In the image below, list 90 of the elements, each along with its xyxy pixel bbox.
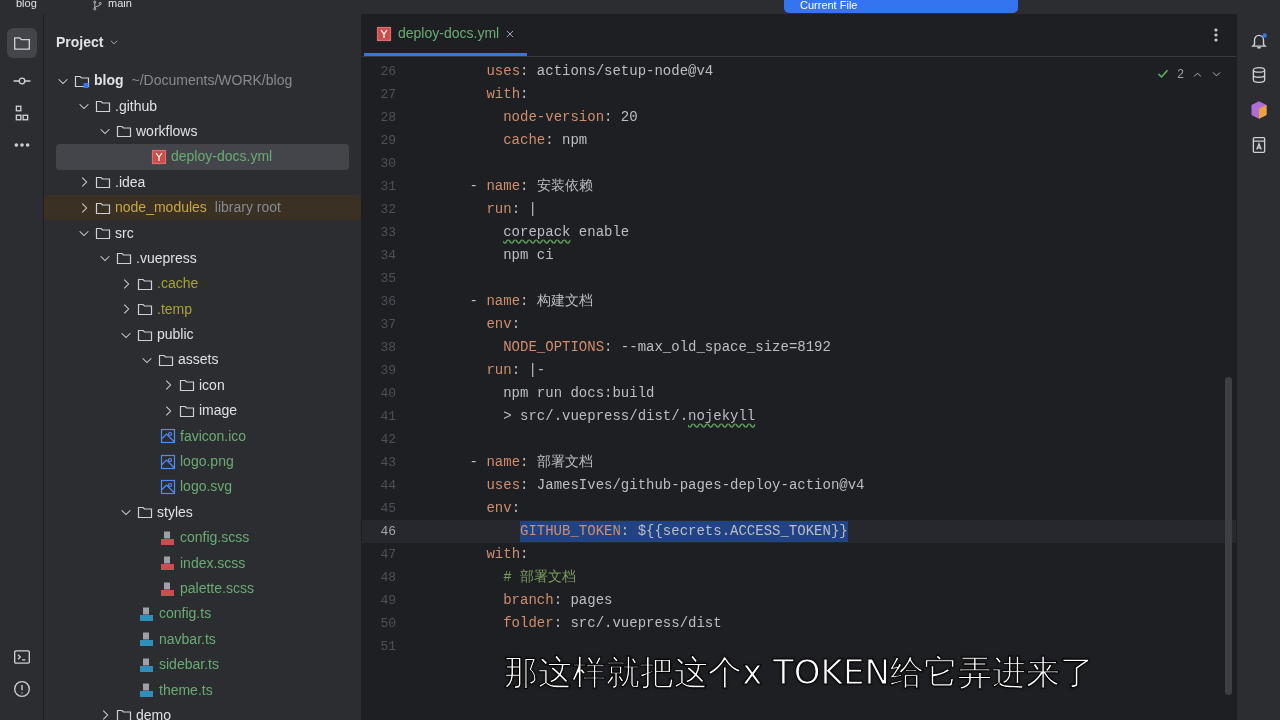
image-file-icon: [160, 478, 176, 495]
path-hint: ~/Documents/WORK/blog: [131, 71, 293, 91]
folder-icon: [116, 123, 132, 140]
terminal-icon[interactable]: [12, 648, 31, 666]
code-line: node-version: 20: [503, 108, 638, 127]
tree-item-label[interactable]: node_modules: [115, 197, 207, 219]
code-line: - name: 构建文档: [469, 292, 593, 311]
yaml-file-icon: [376, 25, 392, 42]
tree-item-label[interactable]: .vuepress: [136, 247, 197, 269]
tree-item-label[interactable]: sidebar.ts: [159, 654, 219, 676]
code-line: - name: 安装依赖: [469, 177, 593, 196]
code-line: cache: npm: [503, 131, 588, 150]
folder-icon: [12, 34, 31, 52]
project-name[interactable]: blog: [16, 0, 37, 9]
code-line: uses: JamesIves/github-pages-deploy-action@v4: [486, 476, 865, 495]
tree-item-label[interactable]: .temp: [157, 298, 192, 320]
selected-row[interactable]: deploy-docs.yml: [56, 144, 349, 170]
folder-icon: [95, 225, 111, 242]
folder-icon: [95, 98, 111, 115]
folder-icon: [137, 504, 153, 521]
code-line: with:: [486, 85, 529, 104]
tree-item-label[interactable]: .idea: [115, 171, 146, 193]
tree-item-label[interactable]: src: [115, 222, 134, 244]
line-number: 46: [379, 522, 396, 541]
tree-item-label[interactable]: config.ts: [159, 603, 212, 625]
code-line: with:: [486, 545, 529, 564]
check-icon: [1157, 68, 1170, 80]
folder-icon: [116, 707, 132, 720]
scrollbar[interactable]: [1225, 377, 1232, 695]
code-line: npm run docs:build: [503, 384, 655, 403]
tree-item-label[interactable]: icon: [199, 374, 225, 396]
stylesheet-file-icon: [160, 580, 176, 597]
editor-tab[interactable]: deploy-docs.yml: [364, 14, 528, 56]
code-line: # 部署文档: [503, 568, 577, 587]
folder-icon: [158, 352, 174, 368]
run-configuration-button[interactable]: Current File: [784, 0, 1018, 13]
tree-item-label[interactable]: .github: [115, 95, 158, 117]
code-line: corepack enable: [503, 223, 630, 242]
tree-item-label[interactable]: public: [157, 324, 194, 346]
code-line: NODE_OPTIONS: --max_old_space_size=8192: [503, 338, 831, 357]
code-line: > src/.vuepress/dist/.nojekyll: [503, 407, 756, 426]
tree-item-label[interactable]: logo.png: [180, 451, 234, 473]
tree-item-label[interactable]: workflows: [136, 120, 198, 142]
tree-item-label[interactable]: demo: [136, 704, 172, 720]
stylesheet-file-icon: [160, 555, 176, 572]
code-line: env:: [486, 499, 521, 518]
code-line: uses: actions/setup-node@v4: [486, 62, 714, 81]
tree-item-label[interactable]: config.scss: [180, 527, 250, 549]
code-line: run: |: [486, 200, 537, 219]
code-line: branch: pages: [503, 591, 613, 610]
folder-icon: [95, 174, 111, 191]
folder-icon: [179, 377, 195, 394]
code-line: env:: [486, 315, 521, 334]
tree-item-label[interactable]: styles: [157, 501, 193, 523]
typescript-file-icon: [139, 631, 155, 648]
inspection-count[interactable]: 2: [1177, 65, 1184, 83]
code-line: npm ci: [503, 246, 554, 265]
bell-icon[interactable]: [1249, 32, 1268, 50]
problems-icon[interactable]: [12, 680, 31, 698]
tree-item-label[interactable]: favicon.ico: [180, 425, 247, 447]
project-tool-button[interactable]: [6, 28, 37, 58]
tree-item-label[interactable]: index.scss: [180, 552, 246, 574]
image-file-icon: [160, 453, 176, 470]
folder-icon: [116, 250, 132, 267]
branch-name[interactable]: main: [108, 0, 132, 9]
tree-item-label[interactable]: theme.ts: [159, 679, 213, 701]
typescript-file-icon: [139, 682, 155, 699]
tree-item-label[interactable]: navbar.ts: [159, 628, 216, 650]
tree-item-label[interactable]: image: [199, 400, 238, 422]
typescript-file-icon: [139, 605, 155, 622]
branch-icon: [92, 0, 103, 11]
image-file-icon: [160, 428, 176, 445]
path-hint: library root: [214, 198, 281, 218]
tree-item-label[interactable]: .cache: [157, 273, 199, 295]
tree-item-label[interactable]: deploy-docs.yml: [171, 146, 273, 168]
panel-title[interactable]: Project: [56, 31, 104, 53]
code-line: - name: 部署文档: [469, 453, 593, 472]
folder-icon: [137, 301, 153, 318]
stylesheet-file-icon: [160, 529, 176, 546]
subtitle: 那这样就把这个x TOKEN给它弄进来了: [504, 652, 1094, 692]
close-icon[interactable]: [505, 28, 516, 39]
code-line: run: |-: [486, 361, 546, 380]
chevron-down-icon[interactable]: [109, 37, 120, 47]
yaml-file-icon: [151, 148, 167, 165]
tree-item-label[interactable]: blog: [94, 70, 124, 92]
typescript-file-icon: [139, 656, 155, 673]
tree-item-label[interactable]: assets: [178, 349, 219, 371]
tree-item-label[interactable]: logo.svg: [180, 476, 233, 498]
tree-item-label[interactable]: palette.scss: [180, 578, 254, 599]
code-line: folder: src/.vuepress/dist: [503, 614, 722, 633]
